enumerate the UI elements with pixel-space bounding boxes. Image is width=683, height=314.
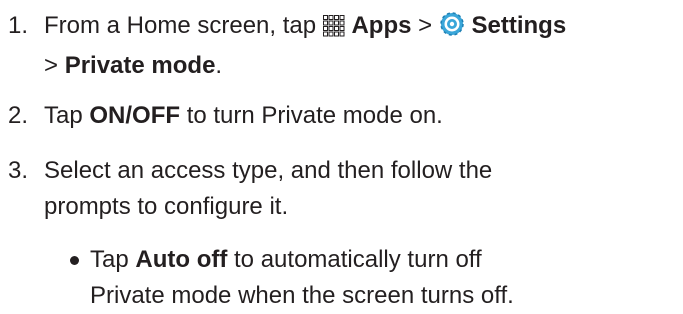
instruction-list: 1. From a Home screen, tap Apps > Settin… bbox=[0, 0, 683, 312]
apps-grid-icon bbox=[322, 12, 345, 48]
onoff-label: ON/OFF bbox=[89, 102, 181, 129]
settings-label: Settings bbox=[471, 12, 567, 39]
step-number: 2. bbox=[8, 102, 29, 129]
bullet-text-intro: Tap bbox=[90, 246, 129, 273]
separator: > bbox=[44, 52, 59, 79]
step-number: 1. bbox=[8, 12, 29, 39]
bullet-text: Tap Auto off to automatically turn off P… bbox=[90, 242, 680, 314]
bullet-text-line2: Private mode when the screen turns off. bbox=[90, 282, 514, 309]
bullet-text-rest: to automatically turn off bbox=[234, 246, 482, 273]
separator: > bbox=[418, 12, 433, 39]
step-end: . bbox=[215, 52, 223, 79]
auto-off-label: Auto off bbox=[135, 246, 228, 273]
step-text-line1: Select an access type, and then follow t… bbox=[44, 157, 493, 184]
step-text-intro: From a Home screen, tap bbox=[44, 12, 317, 39]
step-text: Select an access type, and then follow t… bbox=[44, 153, 680, 225]
settings-gear-icon bbox=[439, 11, 465, 48]
apps-label: Apps bbox=[351, 12, 412, 39]
step-text-line2: prompts to configure it. bbox=[44, 193, 289, 220]
bullet-dot bbox=[70, 256, 79, 265]
step-text-rest: to turn Private mode on. bbox=[186, 102, 443, 129]
step-text-intro: Tap bbox=[44, 102, 83, 129]
step-text: From a Home screen, tap Apps > Settings … bbox=[44, 8, 680, 84]
step-number: 3. bbox=[8, 157, 29, 184]
step-text: Tap ON/OFF to turn Private mode on. bbox=[44, 98, 680, 134]
private-mode-label: Private mode bbox=[64, 52, 216, 79]
